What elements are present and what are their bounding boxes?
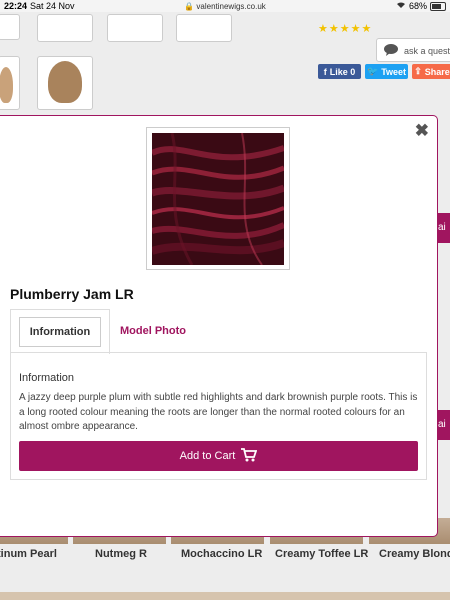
tab-model-photo[interactable]: Model Photo <box>120 309 186 353</box>
twitter-icon: 🐦 <box>366 66 379 76</box>
side-tab[interactable]: ai <box>436 410 450 440</box>
battery-percent: 68% <box>408 1 427 11</box>
detail-tabs: Information Model Photo <box>10 309 427 354</box>
tweet-button[interactable]: 🐦 Tweet <box>365 64 408 79</box>
wifi-icon <box>396 1 406 11</box>
share-label: Share <box>424 66 450 77</box>
tab-information[interactable]: Information <box>10 309 110 354</box>
address-bar[interactable]: 🔒 valentinewigs.co.uk <box>0 2 450 11</box>
swatch-name[interactable]: tinum Pearl <box>0 548 57 560</box>
thumbnail[interactable] <box>176 14 232 42</box>
side-tab[interactable]: ai <box>436 213 450 243</box>
swatch-image-frame <box>146 127 290 270</box>
add-to-cart-button[interactable]: Add to Cart <box>19 441 418 471</box>
thumbnail[interactable] <box>37 56 93 110</box>
share-button[interactable]: ⇪ Share <box>412 64 450 79</box>
close-icon[interactable]: ✖ <box>415 121 429 141</box>
tab-model-photo-label: Model Photo <box>120 325 186 337</box>
color-title: Plumberry Jam LR <box>10 286 134 302</box>
color-detail-modal: ✖ Plumberry Jam LR Information Model Pho… <box>0 115 438 537</box>
facebook-like-button[interactable]: f Like 0 <box>318 64 361 79</box>
side-tab-label: ai <box>438 419 446 430</box>
tab-information-label: Information <box>18 317 102 347</box>
swatch-name[interactable]: Mochaccino LR <box>181 548 262 560</box>
ask-question-label: ask a questi <box>404 46 450 56</box>
swatch-name[interactable]: Creamy Toffee LR <box>275 548 368 560</box>
cart-icon <box>241 447 258 465</box>
like-label: Like 0 <box>329 66 356 77</box>
color-swatch-image <box>152 133 284 265</box>
bottom-swatch-row <box>0 592 450 600</box>
thumbnail[interactable] <box>37 14 93 42</box>
chat-icon <box>384 44 398 56</box>
color-description: A jazzy deep purple plum with subtle red… <box>19 392 418 432</box>
status-right: 68% <box>396 1 446 11</box>
thumbnail[interactable] <box>0 56 20 110</box>
facebook-icon: f <box>323 66 327 77</box>
swatch-name[interactable]: Creamy Blonde <box>379 548 450 560</box>
tweet-label: Tweet <box>381 66 407 77</box>
ask-question-button[interactable]: ask a questi <box>376 38 450 62</box>
thumbnail[interactable] <box>107 14 163 42</box>
thumbnail[interactable] <box>0 14 20 40</box>
status-bar: 22:24 Sat 24 Nov 🔒 valentinewigs.co.uk 6… <box>0 0 450 12</box>
information-heading: Information <box>19 372 75 384</box>
swatch-name[interactable]: Nutmeg R <box>95 548 147 560</box>
rating-stars: ★★★★★ <box>318 23 373 35</box>
url-text: valentinewigs.co.uk <box>196 2 266 11</box>
side-tab-label: ai <box>438 222 446 233</box>
information-panel: Information A jazzy deep purple plum wit… <box>10 352 427 480</box>
battery-icon <box>430 1 446 11</box>
share-icon: ⇪ <box>414 66 422 76</box>
add-to-cart-label: Add to Cart <box>179 450 236 462</box>
